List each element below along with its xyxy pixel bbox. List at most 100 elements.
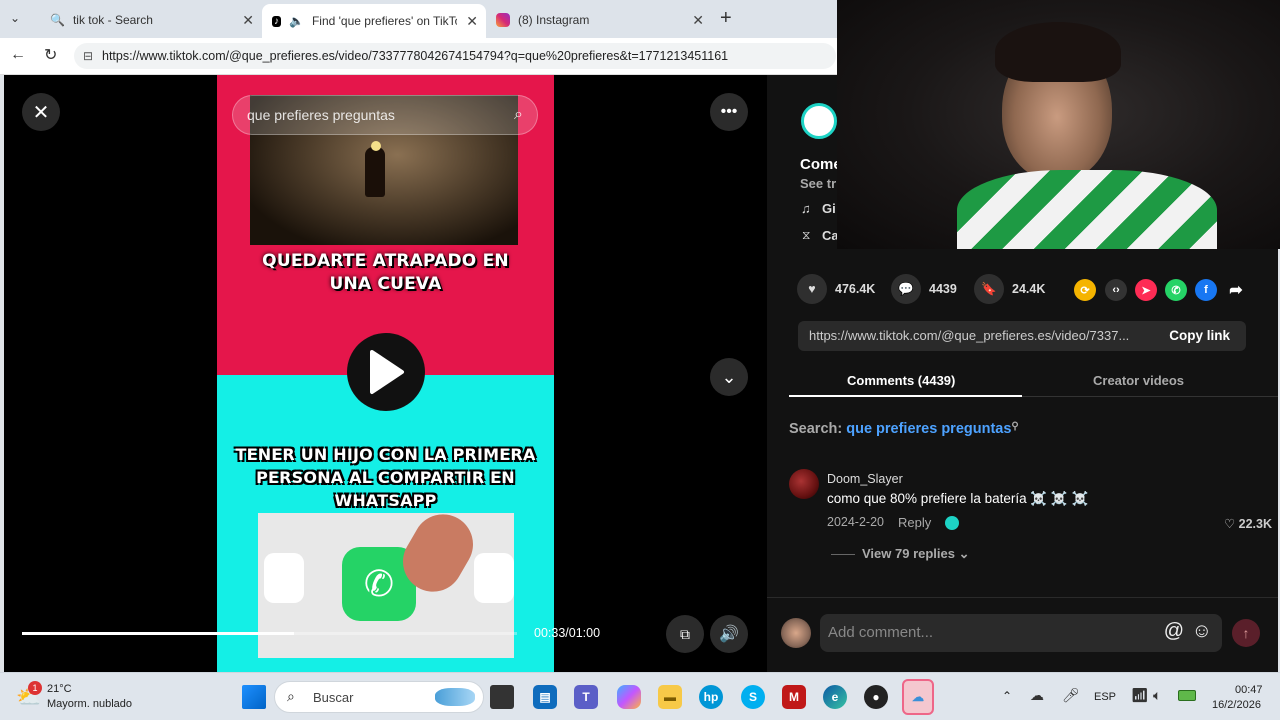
music-label[interactable]: Gi: [822, 201, 836, 216]
repost-icon[interactable]: ⟳: [1074, 279, 1096, 301]
chevron-down-icon: ⌄: [958, 546, 970, 561]
author-avatar[interactable]: [801, 103, 837, 139]
close-video-button[interactable]: ✕: [22, 93, 60, 131]
comment-button[interactable]: 💬 4439: [891, 274, 957, 304]
save-button[interactable]: 🔖 24.4K: [974, 274, 1045, 304]
weather-temp: 21°C: [47, 683, 72, 695]
weather-desc: Mayorm. nublado: [47, 698, 132, 710]
speaker-icon[interactable]: 🔈: [289, 14, 304, 28]
clock-time[interactable]: 00:47: [1235, 684, 1263, 696]
reload-icon[interactable]: ↻: [44, 45, 57, 65]
video-player[interactable]: QUEDARTE ATRAPADO EN UNA CUEVA TENER UN …: [217, 75, 554, 672]
comment-input[interactable]: Add comment... @ ☺: [820, 614, 1222, 652]
volume-button[interactable]: 🔊: [710, 615, 748, 653]
weather-widget[interactable]: ⛅ 1 21°C Mayorm. nublado: [14, 681, 164, 713]
tab-list-chevron-icon[interactable]: ⌄: [10, 11, 20, 25]
comment-username[interactable]: Doom_Slayer: [827, 472, 903, 486]
back-arrow-icon[interactable]: ←: [10, 46, 26, 64]
comment-likes[interactable]: ♡ 22.3K: [1224, 516, 1272, 531]
url-field[interactable]: ⊟ https://www.tiktok.com/@que_prefieres.…: [74, 43, 836, 69]
microphone-icon[interactable]: 🎤︎: [1062, 687, 1080, 704]
search-icon: ⚲: [1011, 421, 1019, 432]
taskbar-search[interactable]: ⌕ Buscar: [274, 681, 484, 713]
next-video-button[interactable]: ⌄: [710, 358, 748, 396]
copy-link-button[interactable]: Copy link: [1169, 328, 1230, 343]
task-view-icon[interactable]: [490, 685, 514, 709]
more-options-button[interactable]: •••: [710, 93, 748, 131]
tab-search[interactable]: 🔍 tik tok - Search ✕: [40, 6, 262, 34]
user-avatar[interactable]: [781, 618, 811, 648]
question-bottom: TENER UN HIJO CON LA PRIMERA PERSONA AL …: [235, 445, 536, 510]
tab-strip: ⌄ 🔍 tik tok - Search ✕ ♪ 🔈 Find 'que pre…: [0, 0, 838, 38]
clock-date[interactable]: 16/2/2026: [1212, 699, 1261, 711]
close-tab-icon[interactable]: ✕: [466, 13, 478, 30]
wifi-icon[interactable]: 📶︎: [1131, 687, 1149, 704]
miniplayer-button[interactable]: ⧉: [666, 615, 704, 653]
mcafee-icon[interactable]: M: [782, 685, 806, 709]
mention-icon[interactable]: @: [1164, 620, 1184, 643]
search-icon[interactable]: ⌕: [514, 96, 523, 134]
instagram-icon: [496, 13, 510, 27]
tab-label: tik tok - Search: [72, 13, 153, 27]
close-tab-icon[interactable]: ✕: [242, 12, 254, 29]
tab-active-indicator: [789, 395, 1022, 397]
video-title: Come: [800, 156, 842, 173]
emoji-icon[interactable]: ☺: [1192, 620, 1212, 643]
search-icon: ⌕: [287, 688, 295, 704]
site-info-icon[interactable]: ⊟: [83, 43, 93, 69]
heart-icon: ♥: [797, 274, 827, 304]
embed-icon[interactable]: ‹›: [1105, 279, 1127, 301]
windows-start-icon[interactable]: [242, 685, 266, 709]
heart-outline-icon: ♡: [1223, 517, 1239, 531]
like-button[interactable]: ♥ 476.4K: [797, 274, 875, 304]
reply-button[interactable]: Reply: [898, 515, 931, 530]
tab-instagram[interactable]: (8) Instagram ✕: [486, 6, 712, 34]
tiktok-icon: ♪: [272, 15, 281, 27]
comment-placeholder: Add comment...: [828, 624, 934, 641]
dolphin-icon: [435, 688, 475, 706]
avatar[interactable]: [789, 469, 819, 499]
send-icon[interactable]: ➤: [1135, 279, 1157, 301]
hp-icon[interactable]: hp: [699, 685, 723, 709]
video-search-bar[interactable]: que prefieres preguntas ⌕: [232, 95, 538, 135]
cloud-app-icon[interactable]: ☁: [902, 679, 934, 715]
language-indicator[interactable]: ESP: [1094, 691, 1116, 703]
onedrive-icon[interactable]: ☁: [1030, 687, 1044, 704]
tray-chevron-icon[interactable]: ⌃: [1002, 689, 1012, 703]
game-icon[interactable]: ●: [864, 685, 888, 709]
close-tab-icon[interactable]: ✕: [692, 12, 704, 29]
taskbar-search-label: Buscar: [313, 690, 354, 705]
play-button[interactable]: [347, 333, 425, 411]
tab-tiktok[interactable]: ♪ 🔈 Find 'que prefieres' on TikTok ✕: [262, 4, 486, 38]
edge-icon[interactable]: e: [823, 685, 847, 709]
see-translation[interactable]: See tr: [800, 176, 836, 191]
send-comment-button[interactable]: ↑: [1232, 619, 1260, 647]
timecode: 00:33/01:00: [534, 626, 601, 640]
file-explorer-icon[interactable]: ▬: [658, 685, 682, 709]
comment-composer: Add comment... @ ☺ ↑: [767, 597, 1278, 672]
capcut-icon: ⧖: [802, 228, 811, 242]
whatsapp-share-icon[interactable]: ✆: [1165, 279, 1187, 301]
facebook-icon[interactable]: f: [1195, 279, 1217, 301]
view-replies-button[interactable]: View 79 replies ⌄: [862, 546, 970, 562]
tab-creator-videos[interactable]: Creator videos: [1093, 373, 1184, 388]
creator-liked-icon: [945, 516, 959, 530]
teams-icon[interactable]: T: [574, 685, 598, 709]
comment-date: 2024-2-20: [827, 515, 884, 529]
search-query-link[interactable]: que prefieres preguntas: [846, 421, 1011, 437]
music-icon: ♫: [801, 201, 811, 216]
new-tab-button[interactable]: +: [720, 7, 732, 30]
webcam-overlay: [837, 0, 1280, 249]
volume-icon[interactable]: 🔈︎: [1153, 687, 1161, 704]
share-arrow-icon[interactable]: ➦: [1225, 279, 1247, 301]
comment-icon: 💬: [891, 274, 921, 304]
search-icon: 🔍: [50, 13, 65, 27]
address-bar-row: ← ↻ ⊟ https://www.tiktok.com/@que_prefie…: [0, 38, 838, 75]
battery-icon[interactable]: [1178, 690, 1196, 701]
copilot-icon[interactable]: [617, 685, 641, 709]
video-progress-bar[interactable]: [22, 632, 517, 635]
tab-comments[interactable]: Comments (4439): [847, 373, 955, 388]
skype-icon[interactable]: S: [741, 685, 765, 709]
store-icon[interactable]: ▤: [533, 685, 557, 709]
comment-search-suggestion[interactable]: Search: que prefieres preguntas⚲: [789, 421, 1019, 437]
